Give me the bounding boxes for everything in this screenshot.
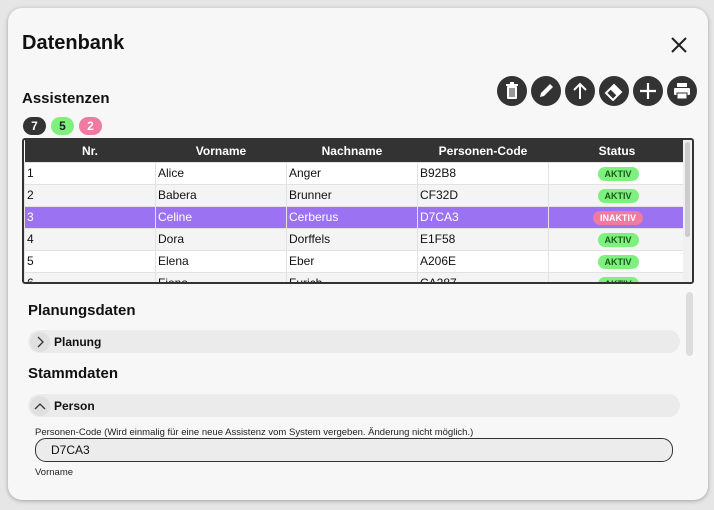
accordion-planung[interactable]: Planung (28, 330, 680, 353)
col-nr[interactable]: Nr. (24, 140, 156, 162)
accordion-label: Planung (54, 334, 102, 349)
eraser-icon (604, 83, 623, 101)
table-cell: Anger (286, 161, 418, 185)
code-label: Personen-Code (Wird einmalig für eine ne… (35, 427, 474, 438)
table-cell: 6 (24, 271, 156, 282)
table-row[interactable]: 1 Alice Anger B92B8 AKTIV (24, 161, 686, 185)
status-cell: AKTIV (548, 249, 686, 273)
database-dialog: Datenbank Assistenzen 7 5 2 Nr. Vorname … (8, 8, 708, 500)
status-badge: INAKTIV (593, 210, 643, 225)
panel-scrollbar[interactable] (686, 292, 693, 356)
upload-button[interactable] (565, 76, 595, 106)
status-cell: INAKTIV (548, 205, 686, 229)
vorname-label: Vorname (35, 467, 74, 478)
active-count-badge[interactable]: 5 (51, 117, 74, 135)
status-cell: AKTIV (548, 271, 686, 282)
table-cell: 1 (24, 161, 156, 185)
toolbar (497, 76, 697, 106)
assistants-table: Nr. Vorname Nachname Personen-Code Statu… (22, 138, 694, 284)
table-cell: A206E (417, 249, 549, 273)
status-cell: AKTIV (548, 161, 686, 185)
table-cell: E1F58 (417, 227, 549, 251)
table-cell: Furich (286, 271, 418, 282)
table-cell: Brunner (286, 183, 418, 207)
table-cell: Alice (155, 161, 287, 185)
count-badges: 7 5 2 (23, 117, 102, 135)
col-nachname[interactable]: Nachname (286, 140, 418, 162)
table-row[interactable]: 4 Dora Dorffels E1F58 AKTIV (24, 227, 686, 251)
col-code[interactable]: Personen-Code (417, 140, 549, 162)
status-badge: AKTIV (597, 166, 639, 181)
table-cell: Celine (155, 205, 287, 229)
trash-icon (506, 82, 518, 99)
table-row[interactable]: 3 Celine Cerberus D7CA3 INAKTIV (24, 205, 686, 229)
status-cell: AKTIV (548, 227, 686, 251)
pencil-icon (540, 84, 553, 97)
close-icon[interactable] (668, 34, 690, 56)
table-cell: Dora (155, 227, 287, 251)
edit-button[interactable] (531, 76, 561, 106)
add-button[interactable] (633, 76, 663, 106)
table-cell: 3 (24, 205, 156, 229)
table-cell: Dorffels (286, 227, 418, 251)
table-cell: 2 (24, 183, 156, 207)
detail-panel: Planungsdaten Planung Stammdaten Person … (22, 290, 694, 478)
table-cell: B92B8 (417, 161, 549, 185)
table-cell: CF32D (417, 183, 549, 207)
accordion-person[interactable]: Person (28, 394, 680, 417)
chevron-right-icon (30, 331, 50, 352)
table-cell: Elena (155, 249, 287, 273)
table-cell: Eber (286, 249, 418, 273)
arrow-up-icon (573, 82, 587, 99)
clear-button[interactable] (599, 76, 629, 106)
status-badge: AKTIV (597, 254, 639, 269)
total-count-badge[interactable]: 7 (23, 117, 46, 135)
table-row[interactable]: 5 Elena Eber A206E AKTIV (24, 249, 686, 273)
dialog-title: Datenbank (22, 32, 125, 54)
planungsdaten-heading: Planungsdaten (28, 302, 136, 319)
table-cell: 5 (24, 249, 156, 273)
print-button[interactable] (667, 76, 697, 106)
plus-icon (640, 83, 656, 99)
table-scrollbar[interactable] (683, 140, 692, 282)
col-vorname[interactable]: Vorname (155, 140, 287, 162)
printer-icon (674, 83, 690, 100)
chevron-up-icon (30, 395, 50, 416)
table-cell: Cerberus (286, 205, 418, 229)
stammdaten-heading: Stammdaten (28, 365, 119, 382)
status-cell: AKTIV (548, 183, 686, 207)
table-header: Nr. Vorname Nachname Personen-Code Statu… (24, 140, 686, 162)
table-cell: CA287 (417, 271, 549, 282)
table-cell: D7CA3 (417, 205, 549, 229)
table-cell: Fiona (155, 271, 287, 282)
code-field[interactable]: D7CA3 (35, 438, 673, 462)
delete-button[interactable] (497, 76, 527, 106)
table-row[interactable]: 2 Babera Brunner CF32D AKTIV (24, 183, 686, 207)
col-status[interactable]: Status (548, 140, 686, 162)
table-cell: 4 (24, 227, 156, 251)
status-badge: AKTIV (597, 232, 639, 247)
table-row[interactable]: 6 Fiona Furich CA287 AKTIV (24, 271, 686, 282)
section-title: Assistenzen (22, 90, 110, 107)
status-badge: AKTIV (597, 276, 639, 282)
status-badge: AKTIV (597, 188, 639, 203)
inactive-count-badge[interactable]: 2 (79, 117, 102, 135)
table-cell: Babera (155, 183, 287, 207)
accordion-label: Person (54, 398, 95, 413)
